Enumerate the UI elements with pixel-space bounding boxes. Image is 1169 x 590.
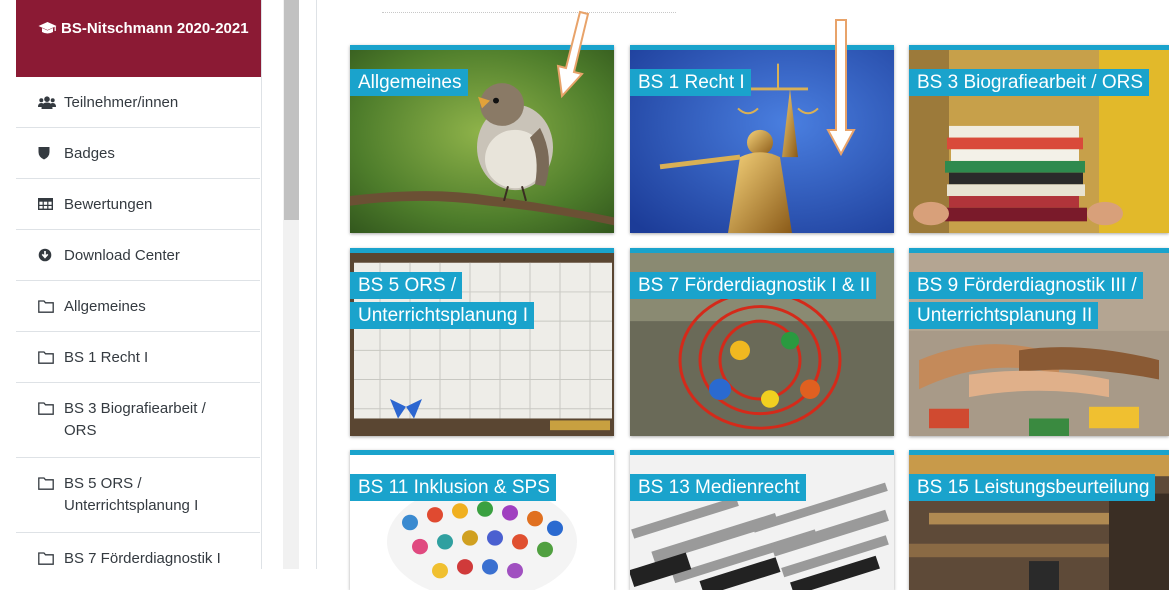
section-tile-bs3[interactable]: BS 3 Biografiearbeit / ORS — [909, 45, 1169, 233]
annotation-arrow-icon — [826, 19, 856, 157]
section-tile-bs13[interactable]: BS 13 Medienrecht — [630, 450, 894, 590]
nav-item-label: Allgemeines — [64, 298, 146, 315]
section-tile-bs5[interactable]: BS 5 ORS / Unterrichtsplanung I — [350, 248, 614, 436]
annotation-arrow-icon — [556, 10, 590, 99]
download-circle-icon — [38, 245, 64, 265]
tile-title: BS 1 Recht I — [630, 64, 759, 102]
folder-icon — [38, 398, 64, 418]
nav-item-section-bs5[interactable]: BS 5 ORS / Unterrichtsplanung I — [16, 458, 260, 533]
folder-icon — [38, 548, 64, 568]
nav-item-label: Download Center — [64, 247, 180, 264]
nav-item-section-bs7[interactable]: BS 7 Förderdiagnostik I — [16, 533, 260, 584]
dotted-separator — [382, 12, 676, 13]
tile-title: BS 11 Inklusion & SPS — [350, 469, 564, 507]
tile-title: BS 3 Biografiearbeit / ORS — [909, 64, 1157, 102]
nav-item-participants[interactable]: Teilnehmer/innen — [16, 77, 260, 128]
section-tile-bs11[interactable]: BS 11 Inklusion & SPS — [350, 450, 614, 590]
section-tile-bs9[interactable]: BS 9 Förderdiagnostik III / Unterrichtsp… — [909, 248, 1169, 436]
shield-icon — [38, 143, 64, 163]
nav-item-badges[interactable]: Badges — [16, 128, 260, 179]
nav-item-label: BS 3 Biografiearbeit / ORS — [64, 400, 206, 439]
table-icon — [38, 194, 64, 214]
tile-title: Allgemeines — [350, 64, 476, 102]
nav-item-section-allgemeines[interactable]: Allgemeines — [16, 281, 260, 332]
nav-item-label: BS 1 Recht I — [64, 349, 149, 366]
nav-course-home[interactable]: BS-Nitschmann 2020-2021 — [16, 0, 261, 77]
nav-item-label: BS 5 ORS / Unterrichtsplanung I — [64, 475, 199, 514]
users-icon — [38, 92, 64, 112]
nav-item-label: BS 7 Förderdiagnostik I — [64, 550, 221, 567]
section-tile-bs15[interactable]: BS 15 Leistungsbeurteilung — [909, 450, 1169, 590]
folder-icon — [38, 473, 64, 493]
course-title: BS-Nitschmann 2020-2021 — [61, 20, 249, 37]
tile-title: BS 13 Medienrecht — [630, 469, 814, 507]
nav-item-section-bs3[interactable]: BS 3 Biografiearbeit / ORS — [16, 383, 260, 458]
sidebar-scrollbar-thumb[interactable] — [284, 0, 299, 220]
nav-item-section-bs1[interactable]: BS 1 Recht I — [16, 332, 260, 383]
section-tile-bs7[interactable]: BS 7 Förderdiagnostik I & II — [630, 248, 894, 436]
content-divider — [316, 0, 317, 569]
nav-item-label: Teilnehmer/innen — [64, 94, 179, 111]
folder-icon — [38, 347, 64, 367]
nav-item-label: Badges — [64, 145, 115, 162]
nav-item-grades[interactable]: Bewertungen — [16, 179, 260, 230]
graduation-cap-icon — [38, 20, 57, 42]
tile-title: BS 9 Förderdiagnostik III / Unterrichtsp… — [909, 267, 1169, 335]
tile-title: BS 15 Leistungsbeurteilung — [909, 469, 1163, 507]
nav-item-label: Bewertungen — [64, 196, 153, 213]
tile-title: BS 5 ORS / Unterrichtsplanung I — [350, 267, 614, 335]
course-navigation: BS-Nitschmann 2020-2021 Teilnehmer/innen… — [16, 0, 262, 569]
nav-item-download-center[interactable]: Download Center — [16, 230, 260, 281]
folder-icon — [38, 296, 64, 316]
tile-title: BS 7 Förderdiagnostik I & II — [630, 267, 884, 305]
